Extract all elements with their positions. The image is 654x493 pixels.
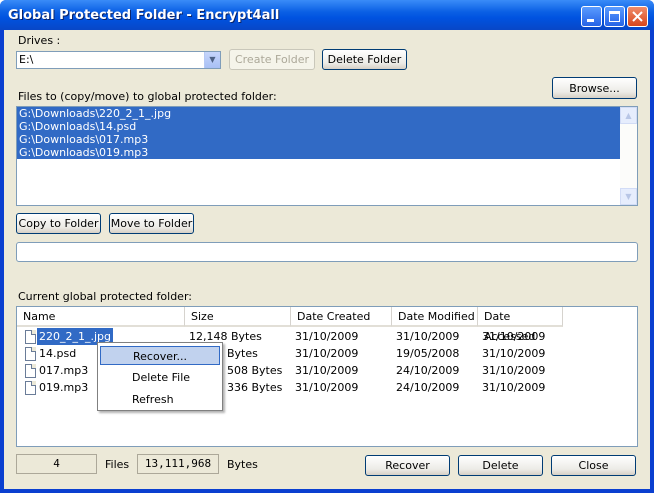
file-modified: 24/10/2009 — [396, 381, 460, 394]
file-accessed: 31/10/2009 — [482, 347, 546, 360]
list-item[interactable]: G:\Downloads\220_2_1_.jpg — [17, 107, 620, 120]
file-count-box: 4 — [16, 454, 97, 474]
move-to-folder-button[interactable]: Move to Folder — [109, 213, 194, 234]
list-item[interactable]: G:\Downloads\019.mp3 — [17, 146, 620, 159]
drives-label: Drives : — [18, 34, 61, 47]
file-size: 336 Bytes — [227, 381, 283, 394]
file-icon — [25, 381, 36, 395]
file-accessed: 31/10/2009 — [482, 364, 546, 377]
minimize-button[interactable] — [581, 6, 602, 27]
recover-button[interactable]: Recover — [365, 455, 450, 476]
column-date-accessed[interactable]: Date Accessed — [478, 307, 563, 343]
drives-select-value: E:\ — [19, 53, 34, 66]
file-accessed: 31/10/2009 — [482, 330, 546, 343]
list-item[interactable]: G:\Downloads\14.psd — [17, 120, 620, 133]
app-window: Global Protected Folder - Encrypt4all Dr… — [0, 0, 654, 493]
files-to-copy-label: Files to (copy/move) to global protected… — [18, 90, 277, 103]
delete-folder-button[interactable]: Delete Folder — [322, 49, 407, 70]
context-refresh-item[interactable]: Refresh — [100, 390, 220, 409]
column-size[interactable]: Size — [185, 307, 291, 327]
context-menu: Recover... Delete File Refresh — [97, 342, 223, 411]
file-size: Bytes — [227, 347, 258, 360]
bytes-label: Bytes — [227, 458, 258, 471]
context-delete-file-item[interactable]: Delete File — [100, 368, 220, 387]
close-window-button[interactable] — [627, 6, 648, 27]
file-size: 508 Bytes — [227, 364, 283, 377]
window-title: Global Protected Folder - Encrypt4all — [8, 8, 280, 23]
file-created: 31/10/2009 — [295, 347, 359, 360]
title-bar[interactable]: Global Protected Folder - Encrypt4all — [0, 0, 654, 30]
files-to-copy-list[interactable]: G:\Downloads\220_2_1_.jpg G:\Downloads\1… — [16, 106, 638, 206]
delete-button[interactable]: Delete — [458, 455, 543, 476]
browse-button[interactable]: Browse... — [552, 77, 637, 99]
column-name[interactable]: Name — [17, 307, 185, 327]
close-button[interactable]: Close — [551, 455, 636, 476]
file-modified: 31/10/2009 — [396, 330, 460, 343]
context-recover-item[interactable]: Recover... — [100, 346, 220, 365]
drives-select[interactable]: E:\ ▼ — [16, 51, 221, 69]
files-label: Files — [105, 458, 130, 471]
close-icon — [632, 11, 643, 22]
file-name[interactable]: 14.psd — [39, 345, 76, 362]
file-created: 31/10/2009 — [295, 330, 359, 343]
scroll-down-icon[interactable]: ▼ — [620, 188, 637, 205]
file-icon — [25, 330, 36, 344]
column-date-created[interactable]: Date Created — [291, 307, 392, 327]
copy-to-folder-button[interactable]: Copy to Folder — [16, 213, 101, 234]
file-icon — [25, 347, 36, 361]
maximize-button[interactable] — [604, 6, 625, 27]
file-accessed: 31/10/2009 — [482, 381, 546, 394]
file-name[interactable]: 019.mp3 — [39, 379, 88, 396]
client-area: Drives : E:\ ▼ Create Folder Delete Fold… — [4, 30, 650, 489]
scroll-up-icon[interactable]: ▲ — [620, 107, 637, 124]
file-name[interactable]: 017.mp3 — [39, 362, 88, 379]
list-item[interactable]: G:\Downloads\017.mp3 — [17, 133, 620, 146]
create-folder-button[interactable]: Create Folder — [229, 49, 315, 70]
progress-bar — [16, 242, 638, 262]
file-modified: 19/05/2008 — [396, 347, 460, 360]
chevron-down-icon[interactable]: ▼ — [204, 52, 220, 68]
file-created: 31/10/2009 — [295, 364, 359, 377]
list-header: Name Size Date Created Date Modified Dat… — [17, 307, 637, 343]
vertical-scrollbar[interactable]: ▲ ▼ — [620, 107, 637, 205]
maximize-icon — [609, 11, 620, 22]
total-bytes-box: 13,111,968 — [137, 454, 219, 474]
file-modified: 24/10/2009 — [396, 364, 460, 377]
column-date-modified[interactable]: Date Modified — [392, 307, 478, 327]
current-folder-label: Current global protected folder: — [18, 290, 192, 303]
minimize-icon — [587, 19, 594, 22]
file-created: 31/10/2009 — [295, 381, 359, 394]
file-icon — [25, 364, 36, 378]
